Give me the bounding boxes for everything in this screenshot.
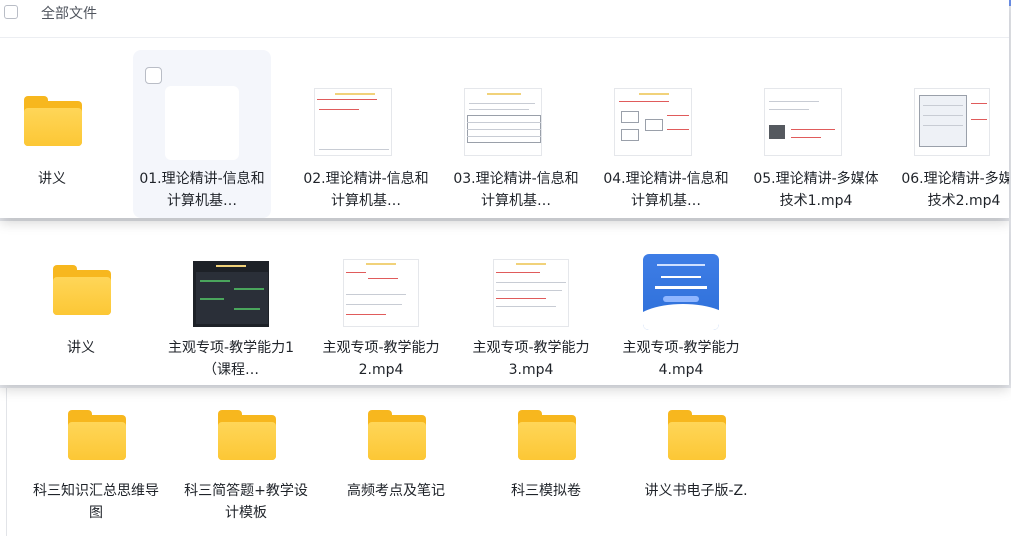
file-item-video[interactable]: 01.理论精讲-信息和计算机基… — [134, 80, 270, 218]
video-thumbnail — [464, 88, 542, 156]
folder-icon — [668, 410, 726, 460]
file-item-video[interactable]: 05.理论精讲-多媒体技术1.mp4 — [748, 80, 884, 218]
video-thumbnail — [193, 261, 269, 327]
file-item-video[interactable]: 主观专项-教学能力1（课程… — [163, 221, 299, 385]
file-item-folder[interactable]: 高频考点及笔记 — [328, 388, 464, 536]
video-thumbnail — [343, 259, 419, 327]
file-name: 主观专项-教学能力1（课程… — [168, 340, 294, 378]
video-thumbnail — [493, 259, 569, 327]
file-name: 主观专项-教学能力2.mp4 — [322, 340, 440, 378]
file-item-folder[interactable]: 科三模拟卷 — [478, 388, 614, 536]
file-name: 04.理论精讲-信息和计算机基… — [603, 171, 729, 209]
file-item-video[interactable]: 02.理论精讲-信息和计算机基… — [298, 80, 434, 218]
file-item-video[interactable]: 主观专项-教学能力2.mp4 — [313, 221, 449, 385]
file-item-folder[interactable]: 讲义 — [0, 80, 120, 218]
video-thumbnail — [914, 88, 990, 156]
file-item-video[interactable]: 04.理论精讲-信息和计算机基… — [598, 80, 734, 218]
file-name: 高频考点及笔记 — [347, 483, 445, 499]
file-item-video[interactable]: 主观专项-教学能力3.mp4 — [463, 221, 599, 385]
file-name: 科三简答题+教学设计模板 — [184, 483, 308, 521]
file-name: 讲义书电子版-Z. — [644, 483, 748, 499]
file-name: 01.理论精讲-信息和计算机基… — [139, 171, 265, 209]
file-name: 02.理论精讲-信息和计算机基… — [303, 171, 429, 209]
video-thumbnail-cover — [643, 254, 719, 330]
file-item-folder[interactable]: 讲义 — [13, 221, 149, 385]
file-item-folder[interactable]: 讲义书电子版-Z. — [628, 388, 764, 536]
file-item-folder[interactable]: 科三知识汇总思维导图 — [28, 388, 164, 536]
folder-icon — [518, 410, 576, 460]
file-name: 05.理论精讲-多媒体技术1.mp4 — [753, 171, 879, 209]
video-thumbnail — [314, 88, 392, 156]
file-item-video[interactable]: 06.理论精讲-多媒体技术2.mp4 — [896, 80, 1009, 218]
file-item-folder[interactable]: 科三简答题+教学设计模板 — [178, 388, 314, 536]
file-name: 讲义 — [67, 340, 95, 356]
folder-icon — [24, 96, 82, 146]
file-name: 03.理论精讲-信息和计算机基… — [453, 171, 579, 209]
folder-icon — [218, 410, 276, 460]
video-thumbnail — [614, 88, 692, 156]
file-name: 科三模拟卷 — [511, 483, 581, 499]
select-all-checkbox-icon[interactable] — [4, 5, 18, 19]
file-name: 06.理论精讲-多媒体技术2.mp4 — [901, 171, 1009, 209]
file-name: 主观专项-教学能力3.mp4 — [472, 340, 590, 378]
file-panel-3: 科三知识汇总思维导图 科三简答题+教学设计模板 高频考点及笔记 科三模拟卷 讲义… — [0, 388, 1011, 536]
video-thumbnail — [764, 88, 842, 156]
all-files-title: 全部文件 — [41, 6, 97, 22]
file-name: 讲义 — [38, 171, 66, 187]
file-name: 科三知识汇总思维导图 — [33, 483, 159, 521]
folder-icon — [368, 410, 426, 460]
file-panel-1: 全部文件 讲义 01.理论精讲-信息和计算机基… 02.理论精讲-信息和计算机基… — [0, 0, 1009, 218]
folder-icon — [68, 410, 126, 460]
file-name: 主观专项-教学能力4.mp4 — [622, 340, 740, 378]
list-border — [6, 388, 7, 536]
file-list-header: 全部文件 — [0, 0, 1009, 38]
file-panel-2: 讲义 主观专项-教学能力1（课程… 主观专项-教学能力2.mp4 主观专项-教学… — [0, 221, 1009, 385]
folder-icon — [53, 265, 111, 315]
file-item-video[interactable]: 03.理论精讲-信息和计算机基… — [448, 80, 584, 218]
